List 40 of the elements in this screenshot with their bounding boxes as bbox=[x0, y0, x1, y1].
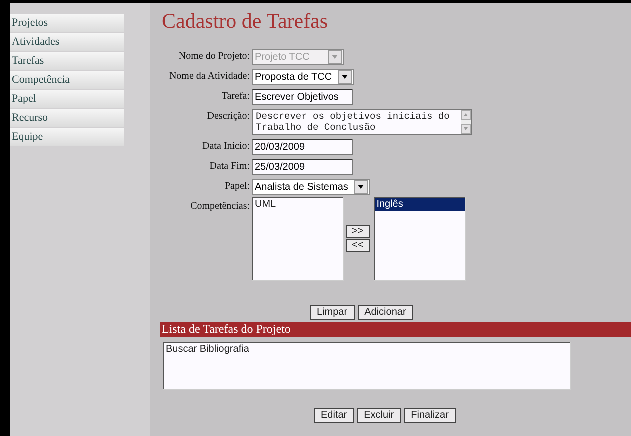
sidebar-item[interactable]: Projetos bbox=[10, 14, 124, 32]
caret-icon bbox=[354, 180, 368, 194]
task-button[interactable]: Excluir bbox=[357, 408, 402, 423]
field-label: Data Fim: bbox=[208, 160, 250, 174]
field-label: Papel: bbox=[224, 180, 250, 194]
list-box[interactable]: Inglês bbox=[374, 197, 466, 281]
text-area[interactable]: Descrever os objetivos iniciais do Trabalho de Conclusão bbox=[252, 109, 472, 135]
field-label: Nome da Atividade: bbox=[168, 70, 250, 84]
move-button[interactable]: << bbox=[346, 239, 370, 252]
list-box[interactable]: UML bbox=[252, 197, 344, 281]
caret-icon bbox=[338, 70, 352, 84]
sidebar-item[interactable]: Tarefas bbox=[10, 52, 124, 70]
move-button[interactable]: >> bbox=[346, 225, 370, 238]
list-option[interactable]: UML bbox=[253, 198, 343, 211]
sidebar-item[interactable]: Recurso bbox=[10, 109, 124, 127]
page-title: Cadastro de Tarefas bbox=[162, 9, 330, 35]
sidebar-item[interactable]: Papel bbox=[10, 90, 124, 108]
dropdown[interactable]: Analista de Sistemas bbox=[252, 179, 370, 195]
sidebar-item[interactable]: Competência bbox=[10, 71, 124, 89]
list-box[interactable]: Buscar Bibliografia bbox=[163, 342, 571, 390]
form-button[interactable]: Adicionar bbox=[358, 305, 414, 320]
section-header: Lista de Tarefas do Projeto bbox=[160, 322, 631, 337]
field-label: Descrição: bbox=[206, 110, 250, 124]
field-label: Competências: bbox=[190, 200, 250, 214]
sidebar-item[interactable]: Equipe bbox=[10, 128, 124, 146]
dropdown[interactable]: Proposta de TCC bbox=[252, 69, 354, 85]
list-option[interactable]: Buscar Bibliografia bbox=[164, 343, 570, 356]
scrollbar[interactable] bbox=[461, 110, 471, 134]
text-field[interactable]: 25/03/2009 bbox=[252, 159, 353, 175]
task-button[interactable]: Finalizar bbox=[404, 408, 456, 423]
field-label: Data Início: bbox=[202, 140, 250, 154]
list-option[interactable]: Inglês bbox=[374, 198, 465, 211]
task-button[interactable]: Editar bbox=[314, 408, 354, 423]
text-field[interactable]: Escrever Objetivos bbox=[252, 89, 353, 105]
field-label: Tarefa: bbox=[220, 90, 250, 104]
caret-icon bbox=[328, 50, 342, 64]
sidebar-item[interactable]: Atividades bbox=[10, 33, 124, 51]
field-label: Nome do Projeto: bbox=[178, 50, 250, 64]
text-field[interactable]: 20/03/2009 bbox=[252, 139, 353, 155]
form-button[interactable]: Limpar bbox=[310, 305, 355, 320]
